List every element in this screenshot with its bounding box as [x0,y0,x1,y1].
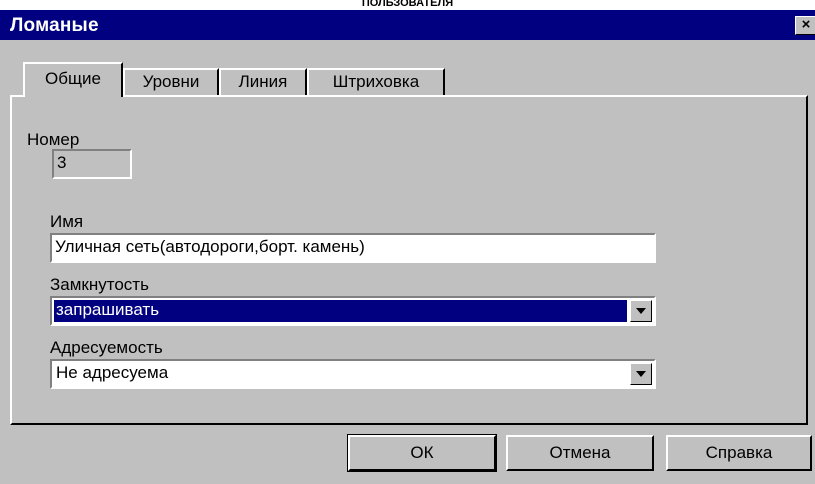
addressable-select[interactable]: Не адресуема [50,359,656,389]
addressable-value: Не адресуема [56,363,169,382]
closure-value: запрашивать [54,300,627,322]
closure-select[interactable]: запрашивать [50,296,656,326]
addressable-dropdown-button[interactable] [630,363,652,385]
chevron-down-icon [636,371,646,377]
close-icon: × [801,16,811,33]
tab-line[interactable]: Линия [219,68,307,96]
name-label: Имя [50,212,84,231]
tab-levels[interactable]: Уровни [123,68,219,96]
polylines-dialog: Ломаные × Общие Уровни Линия Штриховка Н… [0,10,815,484]
addressable-label: Адресуемость [50,338,163,357]
window-title: Ломаные [10,15,99,36]
chevron-down-icon [636,308,646,314]
number-label: Номер [27,130,80,149]
closure-label: Замкнутость [50,275,149,294]
cancel-button[interactable]: Отмена [506,435,654,471]
closure-dropdown-button[interactable] [630,300,652,322]
tab-hatching[interactable]: Штриховка [307,68,445,96]
tab-general[interactable]: Общие [23,62,123,97]
close-button[interactable]: × [795,16,815,35]
tab-panel-general: Номер 3 Имя Уличная сеть(автодороги,борт… [10,95,808,425]
name-input[interactable]: Уличная сеть(автодороги,борт. камень) [50,233,656,263]
number-field: 3 [52,149,132,179]
help-button[interactable]: Справка [666,435,812,471]
ok-button[interactable]: ОК [347,434,497,472]
title-bar[interactable]: Ломаные × [0,10,815,40]
